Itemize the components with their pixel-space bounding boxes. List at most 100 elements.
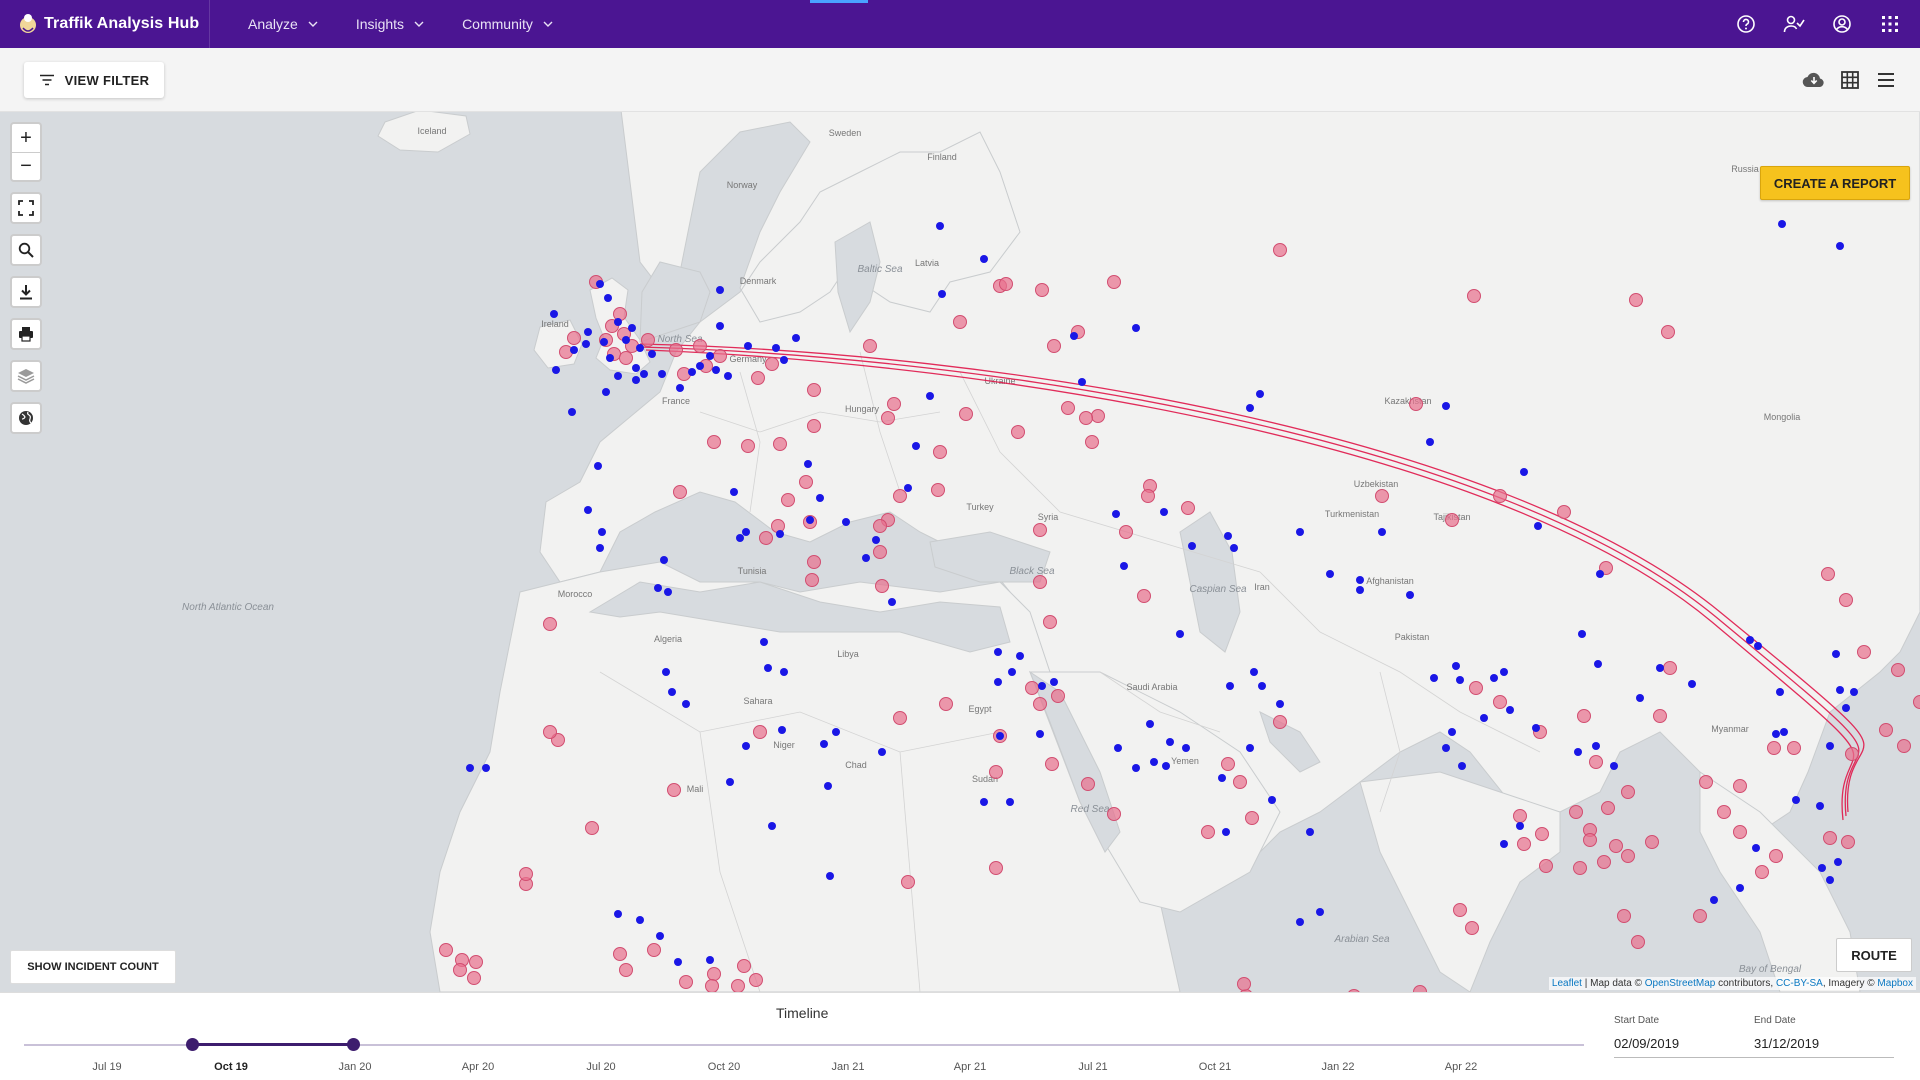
incident-marker-pink[interactable] [713, 349, 727, 363]
incident-marker-blue[interactable] [994, 648, 1002, 656]
incident-marker-blue[interactable] [742, 528, 750, 536]
incident-marker-blue[interactable] [1442, 402, 1450, 410]
route-button[interactable]: ROUTE [1836, 938, 1912, 972]
incident-marker-pink[interactable] [1051, 689, 1065, 703]
incident-marker-pink[interactable] [667, 783, 681, 797]
incident-marker-pink[interactable] [751, 371, 765, 385]
incident-marker-pink[interactable] [1079, 411, 1093, 425]
incident-marker-pink[interactable] [1733, 779, 1747, 793]
incident-marker-blue[interactable] [1578, 630, 1586, 638]
incident-marker-blue[interactable] [1430, 674, 1438, 682]
incident-marker-blue[interactable] [1594, 660, 1602, 668]
incident-marker-blue[interactable] [926, 392, 934, 400]
incident-marker-blue[interactable] [1752, 844, 1760, 852]
incident-marker-blue[interactable] [668, 688, 676, 696]
incident-marker-blue[interactable] [1268, 796, 1276, 804]
incident-marker-blue[interactable] [632, 376, 640, 384]
nav-community[interactable]: Community [462, 16, 553, 32]
incident-marker-pink[interactable] [1577, 709, 1591, 723]
incident-marker-blue[interactable] [1188, 542, 1196, 550]
incident-marker-blue[interactable] [1834, 858, 1842, 866]
incident-marker-blue[interactable] [1816, 802, 1824, 810]
incident-marker-pink[interactable] [1237, 977, 1251, 991]
incident-marker-pink[interactable] [901, 875, 915, 889]
incident-marker-blue[interactable] [1176, 630, 1184, 638]
incident-marker-pink[interactable] [873, 545, 887, 559]
incident-marker-blue[interactable] [730, 488, 738, 496]
incident-marker-pink[interactable] [989, 765, 1003, 779]
incident-marker-pink[interactable] [1821, 567, 1835, 581]
incident-marker-pink[interactable] [765, 357, 779, 371]
incident-marker-blue[interactable] [806, 516, 814, 524]
incident-marker-pink[interactable] [1011, 425, 1025, 439]
incident-marker-pink[interactable] [893, 711, 907, 725]
incident-marker-pink[interactable] [1645, 835, 1659, 849]
incident-marker-blue[interactable] [1426, 438, 1434, 446]
incident-marker-blue[interactable] [1230, 544, 1238, 552]
incident-marker-blue[interactable] [696, 362, 704, 370]
incident-marker-pink[interactable] [931, 483, 945, 497]
incident-marker-blue[interactable] [1036, 730, 1044, 738]
incident-marker-pink[interactable] [959, 407, 973, 421]
incident-marker-blue[interactable] [862, 554, 870, 562]
incident-marker-blue[interactable] [996, 732, 1004, 740]
incident-marker-pink[interactable] [863, 339, 877, 353]
incident-marker-pink[interactable] [749, 973, 763, 987]
incident-marker-pink[interactable] [1733, 825, 1747, 839]
incident-marker-pink[interactable] [1787, 741, 1801, 755]
incident-marker-blue[interactable] [1656, 664, 1664, 672]
incident-marker-pink[interactable] [1839, 593, 1853, 607]
incident-marker-blue[interactable] [628, 324, 636, 332]
incident-marker-pink[interactable] [1091, 409, 1105, 423]
incident-marker-pink[interactable] [1891, 663, 1905, 677]
leaflet-link[interactable]: Leaflet [1552, 978, 1582, 989]
incident-marker-blue[interactable] [780, 668, 788, 676]
incident-marker-pink[interactable] [1573, 861, 1587, 875]
incident-marker-pink[interactable] [1699, 775, 1713, 789]
incident-marker-pink[interactable] [673, 485, 687, 499]
incident-marker-pink[interactable] [1879, 723, 1893, 737]
incident-marker-blue[interactable] [1842, 704, 1850, 712]
incident-marker-pink[interactable] [875, 579, 889, 593]
incident-marker-blue[interactable] [1296, 528, 1304, 536]
incident-marker-blue[interactable] [1836, 242, 1844, 250]
incident-marker-pink[interactable] [543, 725, 557, 739]
incident-marker-blue[interactable] [792, 334, 800, 342]
incident-marker-blue[interactable] [632, 364, 640, 372]
incident-marker-pink[interactable] [1601, 801, 1615, 815]
incident-marker-pink[interactable] [1273, 715, 1287, 729]
incident-marker-pink[interactable] [1897, 739, 1911, 753]
incident-marker-pink[interactable] [1445, 513, 1459, 527]
incident-marker-blue[interactable] [1792, 796, 1800, 804]
incident-marker-pink[interactable] [467, 971, 481, 985]
incident-marker-pink[interactable] [519, 867, 533, 881]
incident-marker-blue[interactable] [1078, 378, 1086, 386]
incident-marker-pink[interactable] [543, 617, 557, 631]
incident-marker-blue[interactable] [1182, 744, 1190, 752]
incident-marker-pink[interactable] [1035, 283, 1049, 297]
incident-marker-pink[interactable] [1857, 645, 1871, 659]
incident-marker-blue[interactable] [1458, 762, 1466, 770]
incident-marker-pink[interactable] [1517, 837, 1531, 851]
incident-marker-blue[interactable] [1250, 668, 1258, 676]
incident-marker-pink[interactable] [619, 351, 633, 365]
incident-marker-blue[interactable] [568, 408, 576, 416]
help-icon[interactable] [1728, 6, 1764, 42]
incident-marker-pink[interactable] [1539, 859, 1553, 873]
incident-marker-blue[interactable] [1850, 688, 1858, 696]
incident-marker-pink[interactable] [1137, 589, 1151, 603]
incident-marker-blue[interactable] [1356, 586, 1364, 594]
timeline-end-handle[interactable] [347, 1038, 360, 1051]
incident-marker-pink[interactable] [939, 697, 953, 711]
incident-marker-blue[interactable] [648, 350, 656, 358]
incident-marker-blue[interactable] [596, 544, 604, 552]
incident-marker-pink[interactable] [453, 963, 467, 977]
download-button[interactable] [12, 278, 40, 306]
incident-marker-blue[interactable] [584, 506, 592, 514]
incident-marker-blue[interactable] [1166, 738, 1174, 746]
show-incident-count-button[interactable]: SHOW INCIDENT COUNT [10, 950, 176, 984]
incident-marker-pink[interactable] [707, 435, 721, 449]
incident-marker-blue[interactable] [604, 294, 612, 302]
incident-marker-blue[interactable] [636, 916, 644, 924]
grid-view-icon[interactable] [1834, 64, 1866, 96]
